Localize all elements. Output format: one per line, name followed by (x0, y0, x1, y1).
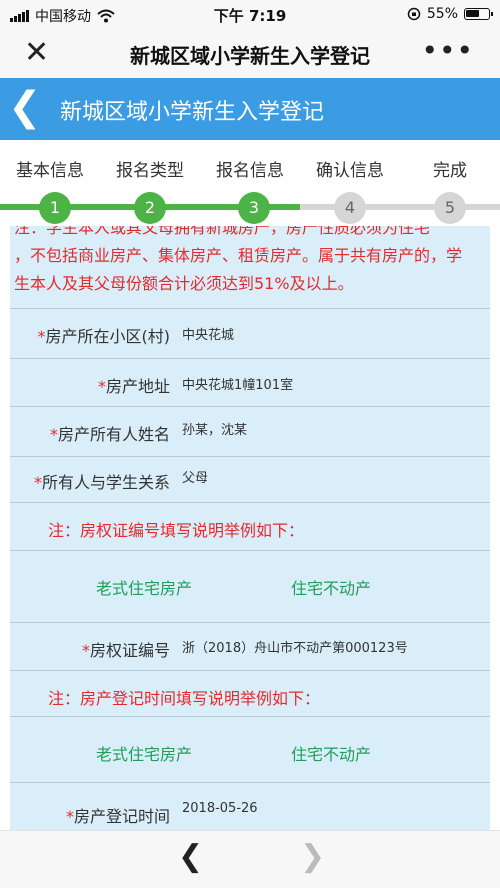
field-row-community[interactable]: *房产所在小区(村) 中央花城 (10, 308, 490, 358)
field-value[interactable]: 2018-05-26 (182, 801, 258, 816)
step-circle-4: 4 (334, 192, 366, 224)
date-note-row: 注：房产登记时间填写说明举例如下： (10, 670, 490, 716)
field-label: *所有人与学生关系 (10, 469, 170, 493)
required-mark: * (81, 641, 90, 660)
cert-note-row: 注：房权证编号填写说明举例如下： (10, 502, 490, 550)
step-label-registration-type: 报名类型 (116, 161, 184, 181)
registration-date-note: 注：房产登记时间填写说明举例如下： (48, 689, 321, 708)
example-link-old-housing[interactable]: 老式住宅房产 (96, 741, 192, 765)
step-circle-5: 5 (434, 192, 466, 224)
field-label: *房产所有人姓名 (10, 421, 170, 445)
field-value[interactable]: 孙某，沈某 (182, 419, 247, 438)
field-label-text: 房产登记时间 (73, 807, 170, 826)
step-circle-1: 1 (39, 192, 71, 224)
field-row-registration-date[interactable]: *房产登记时间 2018-05-26 (10, 782, 490, 830)
webview-bar: ✕ 新城区域小学新生入学登记 ••• (0, 30, 500, 78)
step-label-registration-info: 报名信息 (216, 161, 284, 181)
step-label-confirm-info: 确认信息 (316, 161, 384, 181)
step-circle-2: 2 (134, 192, 166, 224)
note-line: ，不包括商业房产、集体房产、租赁房产。属于共有房产的，学 (14, 246, 463, 265)
bottom-nav-bar: ❮ ❯ (0, 830, 500, 888)
field-label: *房权证编号 (10, 637, 170, 661)
field-label: *房产所在小区(村) (10, 323, 171, 347)
example-link-old-housing[interactable]: 老式住宅房产 (96, 575, 192, 599)
status-right: 55% (407, 6, 493, 22)
field-row-relationship[interactable]: *所有人与学生关系 父母 (10, 456, 490, 502)
example-link-real-estate[interactable]: 住宅不动产 (291, 741, 371, 765)
chevron-left-icon[interactable]: ❮ (8, 85, 42, 129)
required-mark: * (37, 327, 46, 346)
field-label-text: 房产地址 (105, 377, 170, 396)
step-label-basic-info: 基本信息 (16, 161, 84, 181)
field-row-address[interactable]: *房产地址 中央花城1幢101室 (10, 358, 490, 406)
field-label: *房产登记时间 (10, 803, 170, 827)
field-value[interactable]: 浙（2018）舟山市不动产第000123号 (182, 637, 408, 656)
step-progress: 基本信息 报名类型 报名信息 确认信息 完成 1 2 3 4 5 (0, 140, 500, 226)
field-label-text: 房产所有人姓名 (57, 425, 170, 444)
step-circle-3: 3 (238, 192, 270, 224)
field-label-text: 所有人与学生关系 (41, 473, 170, 492)
note-line: 注：学生本人或其父母拥有新城房产，房产性质必须为住宅 (14, 226, 431, 237)
field-row-cert-number[interactable]: *房权证编号 浙（2018）舟山市不动产第000123号 (10, 622, 490, 670)
app-header: ❮ 新城区域小学新生入学登记 (0, 78, 500, 140)
field-label-text: 房产所在小区(村) (45, 327, 171, 346)
example-link-real-estate[interactable]: 住宅不动产 (291, 575, 371, 599)
step-label-complete: 完成 (433, 161, 467, 181)
note-line: 生本人及其父母份额合计必须达到51%及以上。 (14, 274, 354, 293)
battery-percent: 55% (426, 6, 458, 22)
required-mark: * (97, 377, 106, 396)
property-requirement-note: 注：学生本人或其父母拥有新城房产，房产性质必须为住宅 ，不包括商业房产、集体房产… (10, 226, 490, 298)
field-value[interactable]: 中央花城1幢101室 (182, 374, 293, 393)
battery-icon (464, 8, 493, 20)
orientation-lock-icon (407, 7, 421, 21)
property-form: 注：学生本人或其父母拥有新城房产，房产性质必须为住宅 ，不包括商业房产、集体房产… (10, 226, 490, 830)
cert-example-row: 老式住宅房产 住宅不动产 (10, 550, 490, 622)
cert-number-note: 注：房权证编号填写说明举例如下： (48, 521, 305, 540)
status-bar: 中国移动 下午 7:19 55% (0, 0, 500, 30)
date-example-row: 老式住宅房产 住宅不动产 (10, 716, 490, 782)
field-row-owner-name[interactable]: *房产所有人姓名 孙某，沈某 (10, 406, 490, 456)
field-label: *房产地址 (10, 373, 170, 397)
required-mark: * (65, 807, 74, 826)
more-icon[interactable]: ••• (421, 34, 474, 67)
page-title: 新城区域小学新生入学登记 (60, 100, 325, 125)
chevron-right-icon[interactable]: ❯ (300, 839, 325, 874)
chevron-left-icon[interactable]: ❮ (178, 839, 203, 874)
field-value[interactable]: 父母 (182, 467, 208, 486)
field-label-text: 房权证编号 (89, 641, 170, 660)
required-mark: * (49, 425, 58, 444)
field-value[interactable]: 中央花城 (182, 324, 234, 343)
required-mark: * (33, 473, 42, 492)
